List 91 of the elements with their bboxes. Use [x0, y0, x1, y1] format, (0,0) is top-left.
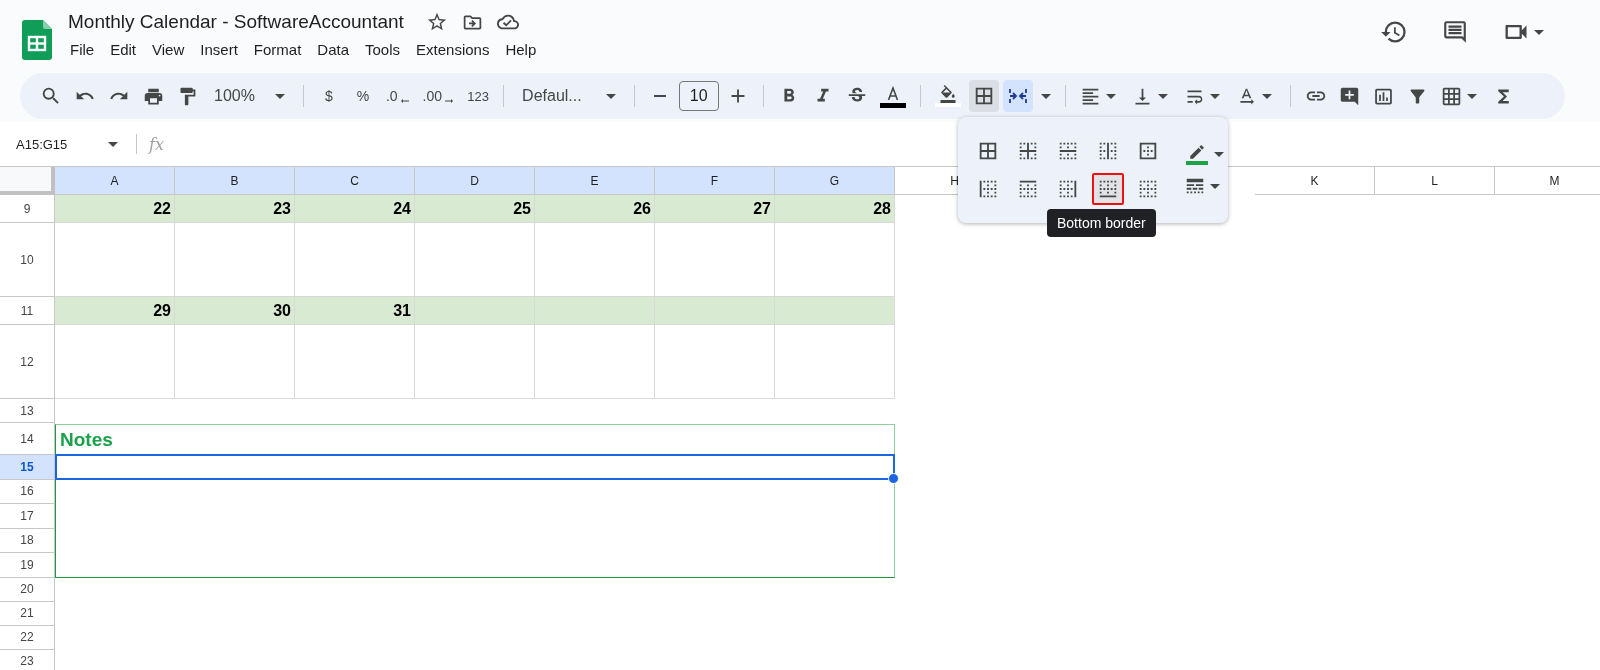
- row-header[interactable]: 21: [0, 601, 55, 626]
- caret-icon: [1210, 183, 1220, 189]
- row-header[interactable]: 19: [0, 553, 55, 578]
- row-header[interactable]: 11: [0, 297, 55, 325]
- caret-icon: [1105, 93, 1116, 99]
- border-clear-icon: [1137, 178, 1159, 200]
- row-header[interactable]: 17: [0, 504, 55, 529]
- column-header[interactable]: A: [55, 167, 175, 195]
- date-cell: 29: [55, 297, 175, 325]
- date-cell: 25: [415, 195, 535, 223]
- row-header[interactable]: 12: [0, 325, 55, 399]
- row-header[interactable]: 16: [0, 479, 55, 504]
- font-dropdown[interactable]: Defaul...: [514, 80, 624, 112]
- column-header[interactable]: G: [775, 167, 895, 195]
- decrease-decimal-button[interactable]: .0: [381, 80, 415, 112]
- border-bottom-button[interactable]: [1092, 173, 1124, 205]
- border-left-icon: [977, 178, 999, 200]
- column-header[interactable]: F: [655, 167, 775, 195]
- menu-item[interactable]: Data: [309, 39, 357, 60]
- row-header[interactable]: 15: [0, 455, 55, 480]
- row-header[interactable]: 10: [0, 223, 55, 297]
- border-bottom-icon: [1097, 178, 1119, 200]
- menu-item[interactable]: Help: [497, 39, 545, 60]
- date-cell: 30: [175, 297, 295, 325]
- date-cell: 24: [295, 195, 415, 223]
- borders-button[interactable]: [968, 80, 999, 112]
- menu-item[interactable]: View: [144, 39, 193, 60]
- fill-color-icon: [934, 85, 961, 107]
- caret-icon: [1214, 151, 1224, 157]
- caret-icon: [274, 93, 285, 99]
- font-size-field[interactable]: 10: [678, 81, 719, 111]
- date-cell: 28: [775, 195, 895, 223]
- increase-decimal-button[interactable]: .00: [418, 80, 460, 112]
- merge-cells-button[interactable]: [1002, 80, 1033, 112]
- border-vertical-icon: [1097, 140, 1119, 162]
- notes-title: Notes: [59, 428, 114, 451]
- menu-item[interactable]: Insert: [192, 39, 246, 60]
- caret-icon: [605, 93, 616, 99]
- caret-icon: [1534, 29, 1544, 35]
- caret-icon: [1040, 93, 1051, 99]
- text-color-icon: [879, 84, 906, 108]
- border-top-icon: [1017, 178, 1039, 200]
- date-cell: 27: [655, 195, 775, 223]
- menu-item[interactable]: Tools: [357, 39, 409, 60]
- row-header[interactable]: 13: [0, 399, 55, 423]
- name-box[interactable]: A15:G15: [12, 130, 124, 158]
- row-header[interactable]: 22: [0, 625, 55, 650]
- column-header[interactable]: L: [1375, 167, 1495, 195]
- column-header[interactable]: D: [415, 167, 535, 195]
- caret-icon: [1157, 93, 1168, 99]
- row-header[interactable]: 20: [0, 577, 55, 602]
- tooltip: Bottom border: [1047, 209, 1156, 237]
- caret-icon: [1466, 93, 1477, 99]
- border-outer-icon: [1137, 140, 1159, 162]
- table-icon: [1440, 85, 1462, 107]
- document-title[interactable]: Monthly Calendar - SoftwareAccountant: [68, 11, 404, 33]
- row-header[interactable]: 14: [0, 423, 55, 455]
- date-cell: 26: [535, 195, 655, 223]
- date-cell: 31: [295, 297, 415, 325]
- menu-item[interactable]: File: [62, 39, 103, 60]
- border-inner-icon: [1017, 140, 1039, 162]
- add-comment-icon: [1339, 85, 1361, 107]
- column-header[interactable]: E: [535, 167, 655, 195]
- menu-item[interactable]: Extensions: [408, 39, 498, 60]
- pencil-icon: [1184, 143, 1210, 165]
- row-header[interactable]: 9: [0, 195, 55, 223]
- search-icon: [40, 85, 62, 107]
- fill-handle[interactable]: [888, 472, 899, 484]
- border-all-icon: [977, 140, 999, 162]
- zoom-dropdown[interactable]: 100%: [206, 80, 293, 112]
- column-header[interactable]: C: [295, 167, 415, 195]
- comment-icon: [1442, 19, 1468, 45]
- star-icon: [425, 11, 448, 33]
- border-horizontal-icon: [1057, 140, 1079, 162]
- number-format-button[interactable]: 123: [463, 80, 494, 112]
- column-header[interactable]: K: [1255, 167, 1375, 195]
- date-cell: 22: [55, 195, 175, 223]
- caret-icon: [1209, 93, 1220, 99]
- caret-icon: [1261, 93, 1272, 99]
- percent-button[interactable]: %: [347, 80, 378, 112]
- menu-item[interactable]: Format: [245, 39, 310, 60]
- date-cell: 23: [175, 195, 295, 223]
- formula-label: fx: [149, 134, 164, 154]
- caret-icon: [108, 141, 118, 147]
- menu-item[interactable]: Edit: [102, 39, 145, 60]
- minus-icon: [653, 95, 666, 97]
- row-header[interactable]: 18: [0, 528, 55, 553]
- column-header[interactable]: B: [175, 167, 295, 195]
- border-right-icon: [1057, 178, 1079, 200]
- currency-button[interactable]: $: [313, 80, 344, 112]
- spreadsheet-logo-icon[interactable]: [22, 20, 52, 60]
